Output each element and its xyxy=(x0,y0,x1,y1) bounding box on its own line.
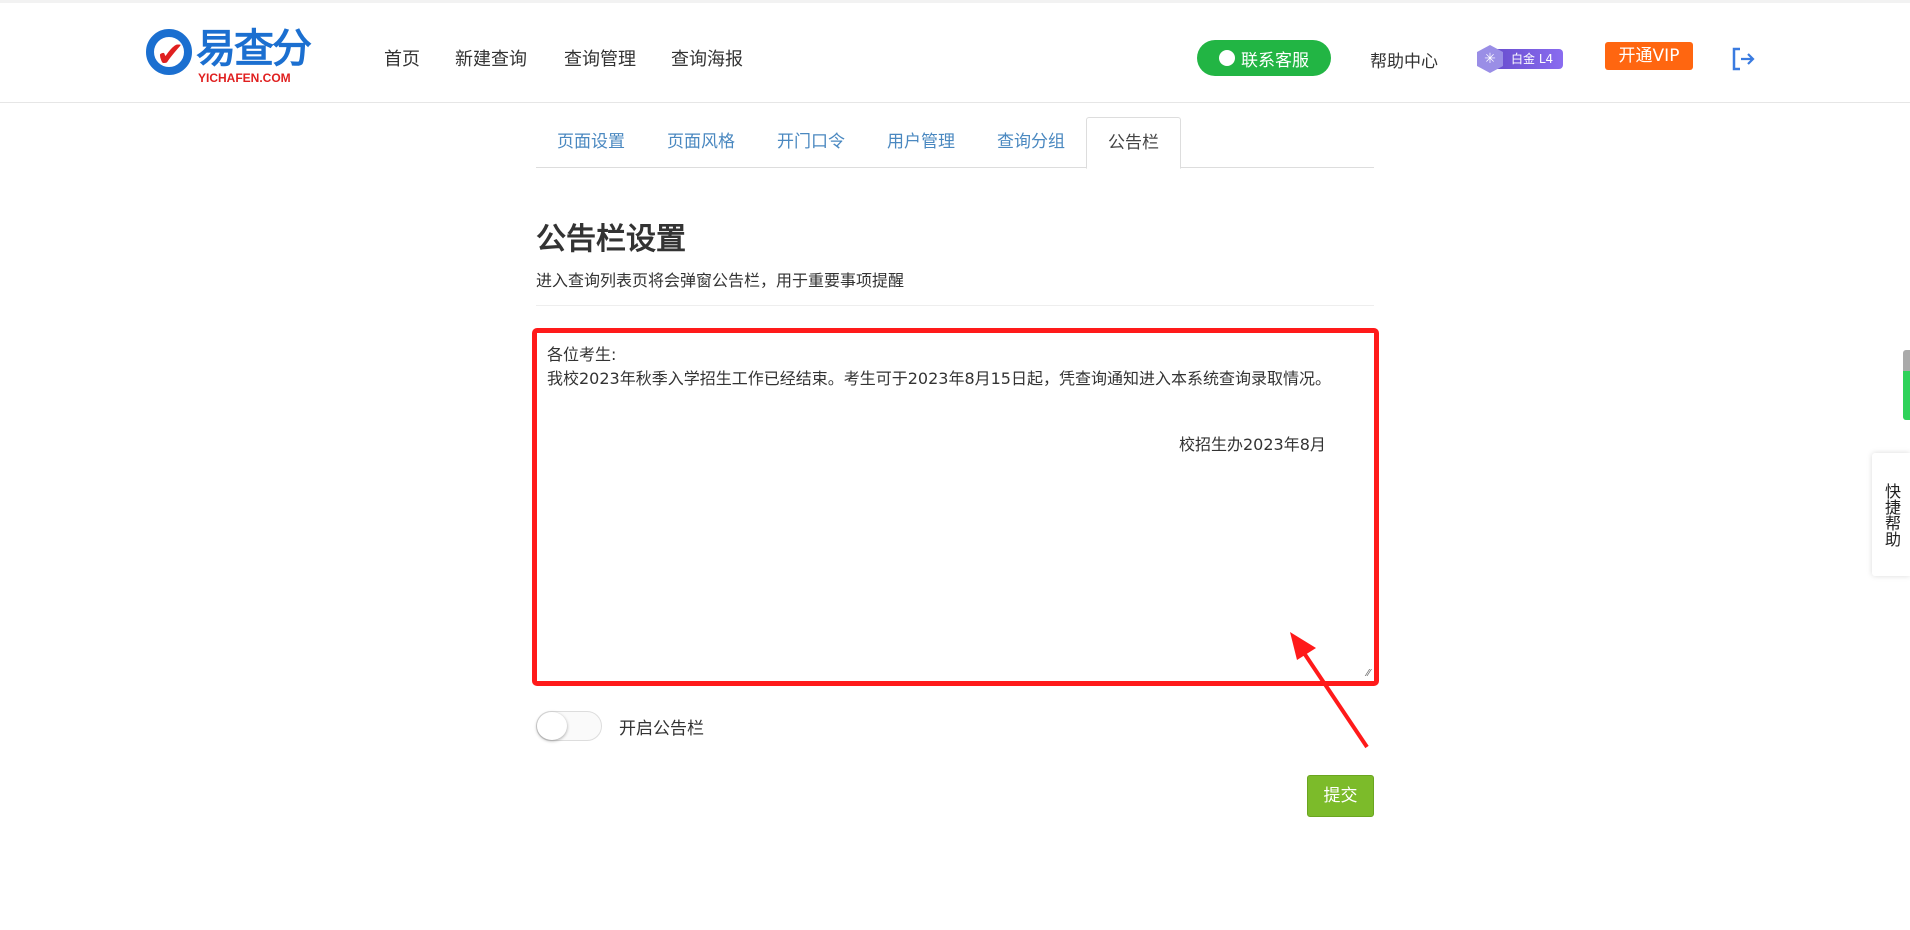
tab-page-style[interactable]: 页面风格 xyxy=(646,117,756,168)
tab-page-settings[interactable]: 页面设置 xyxy=(536,117,646,168)
nav-new-query[interactable]: 新建查询 xyxy=(455,45,527,71)
toggle-label: 开启公告栏 xyxy=(619,719,704,739)
settings-tabs: 页面设置 页面风格 开门口令 用户管理 查询分组 公告栏 xyxy=(536,117,1374,169)
level-badge-label: 白金 L4 xyxy=(1497,49,1564,69)
notice-signature: 校招生办2023年8月 xyxy=(1179,435,1326,454)
tab-access-password[interactable]: 开门口令 xyxy=(756,117,866,168)
nav-query-manage[interactable]: 查询管理 xyxy=(564,45,636,71)
open-vip-button[interactable]: 开通VIP xyxy=(1605,42,1693,70)
help-center-link[interactable]: 帮助中心 xyxy=(1370,47,1438,72)
notice-text: 各位考生: 我校2023年秋季入学招生工作已经结束。考生可于2023年8月15日… xyxy=(547,345,1331,388)
headset-icon xyxy=(1219,50,1235,66)
notice-toggle[interactable] xyxy=(536,711,602,741)
side-scroll-indicator[interactable] xyxy=(1903,350,1910,420)
logo-check-icon: ✔ xyxy=(156,35,185,75)
tab-query-groups[interactable]: 查询分组 xyxy=(976,117,1086,168)
page-description: 进入查询列表页将会弹窗公告栏，用于重要事项提醒 xyxy=(536,271,905,290)
submit-button[interactable]: 提交 xyxy=(1307,775,1374,817)
page-title: 公告栏设置 xyxy=(536,222,686,257)
contact-service-button[interactable]: 联系客服 xyxy=(1197,40,1331,76)
resize-handle-icon[interactable]: ⁄⁄ xyxy=(1367,668,1370,679)
quick-help-panel[interactable]: 快捷帮助 xyxy=(1872,453,1910,576)
contact-service-label: 联系客服 xyxy=(1241,50,1309,71)
logo[interactable]: ✔ 易查分 YICHAFEN.COM xyxy=(146,27,321,87)
divider xyxy=(536,305,1374,306)
toggle-knob xyxy=(537,712,567,740)
level-badge[interactable]: ✳ 白金 L4 xyxy=(1477,45,1564,73)
notice-textarea[interactable]: 各位考生: 我校2023年秋季入学招生工作已经结束。考生可于2023年8月15日… xyxy=(532,328,1379,686)
nav-home[interactable]: 首页 xyxy=(384,45,420,71)
tab-user-manage[interactable]: 用户管理 xyxy=(866,117,976,168)
nav-query-poster[interactable]: 查询海报 xyxy=(671,45,743,71)
logout-icon[interactable] xyxy=(1731,46,1757,72)
top-header: ✔ 易查分 YICHAFEN.COM 首页 新建查询 查询管理 查询海报 联系客… xyxy=(0,0,1910,103)
logo-text: 易查分 xyxy=(196,26,312,72)
tab-notice-board[interactable]: 公告栏 xyxy=(1086,117,1181,169)
logo-subtext: YICHAFEN.COM xyxy=(198,71,291,85)
